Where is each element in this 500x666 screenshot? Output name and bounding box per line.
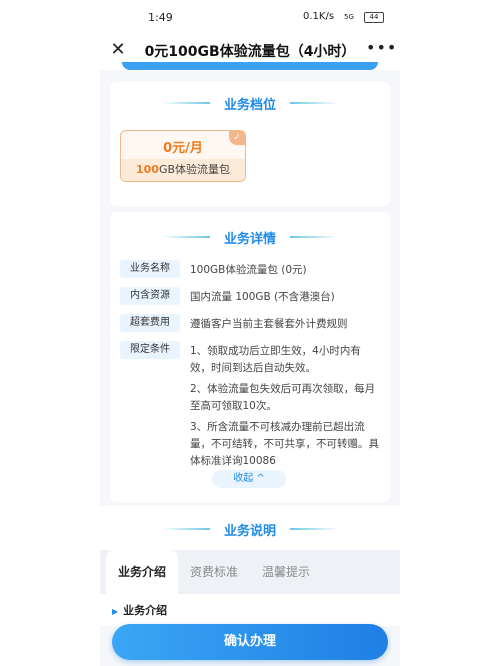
signal-icon: 5G xyxy=(344,13,354,21)
condition-item: 3、所含流量不可核减办理前已超出流量，不可结转，不可共享，不可转赠。具体标准详询… xyxy=(190,421,379,467)
triangle-icon: ▶ xyxy=(112,607,119,616)
banner-edge xyxy=(122,62,378,70)
network-speed: 0.1K/s xyxy=(303,11,335,22)
check-icon: ✓ xyxy=(229,131,245,145)
detail-label: 内含资源 xyxy=(120,287,180,305)
detail-label: 业务名称 xyxy=(120,260,180,278)
battery-icon: 44 xyxy=(364,12,384,23)
tab-intro[interactable]: 业务介绍 xyxy=(106,550,178,594)
page-title: 0元100GB体验流量包（4小时） xyxy=(144,44,356,60)
plan-name-highlight: 100 xyxy=(135,163,159,176)
section-title-detail: 业务详情 xyxy=(223,232,276,247)
section-title-plan: 业务档位 xyxy=(223,98,276,113)
detail-value: 遵循客户当前主套餐套外计费规则 xyxy=(190,318,348,330)
conditions-text: 1、领取成功后立即生效，4小时内有效，时间到达后自动失效。 2、体验流量包失效后… xyxy=(190,343,380,470)
subheading-label: 业务介绍 xyxy=(123,604,168,617)
plan-option-selected[interactable]: 0元/月 100GB体验流量包 ✓ xyxy=(120,130,246,182)
tab-tips[interactable]: 温馨提示 xyxy=(250,550,322,594)
section-title-description: 业务说明 xyxy=(223,524,276,539)
subheading: ▶ 业务介绍 xyxy=(112,602,167,618)
detail-value: 100GB体验流量包 (0元) xyxy=(190,264,307,276)
plan-name-rest: GB体验流量包 xyxy=(158,163,231,176)
status-time: 1:49 xyxy=(148,11,173,24)
plan-price: 0元/月 xyxy=(163,141,203,156)
tab-pricing[interactable]: 资费标准 xyxy=(178,550,250,594)
condition-item: 2、体验流量包失效后可再次领取，每月至高可领取10次。 xyxy=(190,383,376,412)
detail-label: 限定条件 xyxy=(120,341,180,359)
condition-item: 1、领取成功后立即生效，4小时内有效，时间到达后自动失效。 xyxy=(190,345,361,374)
more-icon[interactable]: ••• xyxy=(366,38,397,57)
detail-label: 超套费用 xyxy=(120,314,180,332)
phone-screen: 1:49 0.1K/s 5G 44 ✕ 0元100GB体验流量包（4小时） ••… xyxy=(100,0,400,666)
plan-name: 100GB体验流量包 xyxy=(121,159,245,181)
status-bar: 1:49 0.1K/s 5G 44 xyxy=(100,0,400,38)
collapse-button[interactable]: 收起 ^ xyxy=(212,470,286,488)
detail-value: 国内流量 100GB (不含港澳台) xyxy=(190,291,335,303)
close-icon[interactable]: ✕ xyxy=(108,40,128,60)
tab-bar: 业务介绍 资费标准 温馨提示 xyxy=(100,550,400,594)
confirm-button[interactable]: 确认办理 xyxy=(112,624,388,660)
